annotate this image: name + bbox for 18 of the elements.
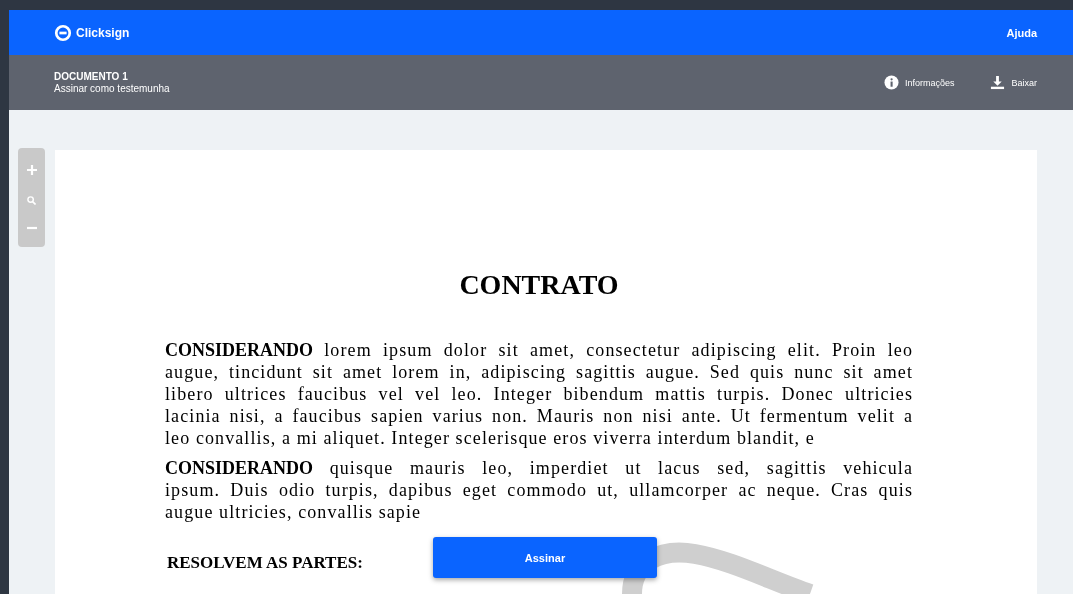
- search-icon: [27, 196, 36, 205]
- search-button[interactable]: [24, 193, 39, 208]
- plus-icon: [26, 164, 37, 175]
- brand-name: Clicksign: [76, 25, 130, 40]
- sign-button[interactable]: Assinar: [433, 537, 657, 578]
- download-icon: [990, 75, 1006, 90]
- minus-icon: [26, 226, 37, 231]
- download-button[interactable]: Baixar: [990, 75, 1037, 90]
- document-paragraph: CONSIDERANDO quisque mauris leo, imperdiet ut lacus sed, sagittis vehicula ipsum. Duis odio turpis, dapibus eget commodo ut, ullamcorper ac neque. Cras quis augue ultricies, convallis sapie: [165, 457, 913, 523]
- document-title: DOCUMENTO 1: [54, 70, 129, 83]
- document-heading: CONTRATO: [458, 268, 620, 302]
- help-link[interactable]: Ajuda: [1006, 26, 1037, 39]
- info-button[interactable]: Informações: [883, 75, 955, 90]
- info-icon: [883, 75, 899, 90]
- section-heading: RESOLVEM AS PARTES:: [167, 553, 363, 573]
- document-paragraph: CONSIDERANDO lorem ipsum dolor sit amet, consectetur adipiscing elit. Proin leo augue, tincidunt sit amet lorem in, adipiscing sagittis augue. Sed quis nunc sit amet libero ultrices faucibus vel vel leo. Integer bibendum mattis turpis. Donec ultricies lacinia nisi, a faucibus sapien varius non. Mauris non nisi ante. Ut fermentum velit a leo convallis, a mi aliquet. Integer scelerisque eros viverra interdum blandit, e: [165, 339, 913, 449]
- document-subtitle: Assinar como testemunha: [54, 82, 170, 95]
- logo-icon: [54, 23, 72, 42]
